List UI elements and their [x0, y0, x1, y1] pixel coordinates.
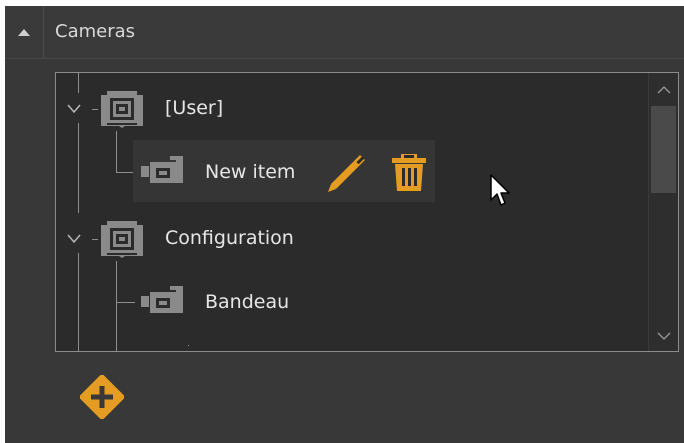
tree-guide-line	[92, 109, 98, 110]
caret-up-icon	[18, 29, 30, 36]
camera-folder-icon	[99, 219, 145, 259]
scroll-up-icon[interactable]	[657, 83, 671, 97]
camera-icon	[140, 285, 186, 315]
chevron-down-icon[interactable]	[67, 234, 81, 244]
trash-icon[interactable]	[391, 152, 427, 192]
scroll-down-icon[interactable]	[657, 329, 671, 343]
tree-guide-line	[92, 239, 98, 240]
tree-guide-line	[78, 253, 79, 351]
tree-guide-line	[78, 123, 79, 213]
camera-icon	[140, 155, 186, 185]
collapse-button[interactable]	[5, 6, 44, 58]
panel-header: Cameras	[5, 6, 684, 59]
pencil-icon[interactable]	[319, 151, 367, 199]
tree-scrollbar[interactable]	[648, 73, 678, 351]
tree-group-label[interactable]: [User]	[165, 97, 223, 119]
tree-item-label[interactable]: Bandeau	[205, 291, 289, 313]
cameras-panel: Cameras [User] New item Configuration Ba…	[5, 6, 684, 443]
tree-guide-dot	[188, 345, 189, 346]
add-circle-icon[interactable]	[80, 375, 124, 419]
tree-guide-line	[116, 131, 117, 172]
tree-item-label[interactable]: New item	[205, 161, 295, 183]
chevron-down-icon[interactable]	[67, 104, 81, 114]
panel-title: Cameras	[55, 21, 136, 42]
tree-group-label[interactable]: Configuration	[165, 227, 294, 249]
tree-guide-line	[78, 73, 79, 93]
camera-folder-icon	[99, 89, 145, 129]
scrollbar-thumb[interactable]	[651, 106, 676, 193]
tree-guide-line	[116, 302, 135, 303]
tree-guide-line	[116, 261, 117, 351]
mouse-pointer-icon	[490, 174, 510, 206]
camera-tree[interactable]: [User] New item Configuration Bandeau	[55, 72, 679, 352]
